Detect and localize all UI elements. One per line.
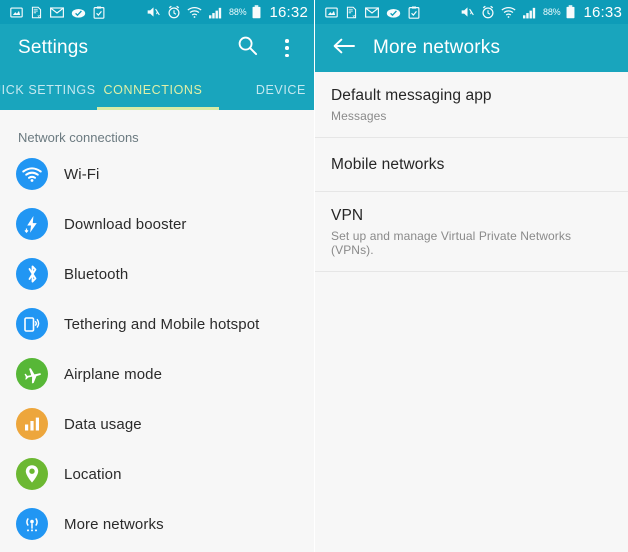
settings-app-bar: Settings xyxy=(0,24,314,72)
more-networks-content: Default messaging app Messages Mobile ne… xyxy=(315,72,628,552)
status-system-icons: 88% 16:33 xyxy=(460,4,622,21)
status-notification-icons: x xyxy=(325,5,420,19)
svg-text:x: x xyxy=(352,13,355,18)
search-button[interactable] xyxy=(234,35,260,61)
tab-device[interactable]: DEVICE xyxy=(218,72,312,97)
status-time-right: 16:33 xyxy=(583,3,622,21)
settings-screen: x 88% 16:32 Settings UICK SETTINGS CONNE… xyxy=(0,0,314,552)
tab-connections[interactable]: CONNECTIONS xyxy=(88,72,218,97)
settings-row-download-booster[interactable]: Download booster xyxy=(0,199,314,249)
tab-selected-indicator xyxy=(97,107,219,110)
list-item-title: VPN xyxy=(331,207,364,224)
settings-list: Wi-Fi Download booster Bluetooth Tetheri… xyxy=(0,149,314,549)
settings-row-label: Wi-Fi xyxy=(64,165,100,183)
tethering-icon xyxy=(16,308,48,340)
settings-row-label: Bluetooth xyxy=(64,265,129,283)
more-networks-screen: x 88% 16:33 More networks Default messag… xyxy=(314,0,628,552)
list-item-subtitle: Messages xyxy=(331,109,387,123)
settings-row-label: Data usage xyxy=(64,415,142,433)
status-bar-right: x 88% 16:33 xyxy=(315,0,628,24)
search-icon xyxy=(237,35,258,61)
more-vertical-icon xyxy=(285,39,289,57)
bar-chart-icon xyxy=(16,408,48,440)
list-item-title: Mobile networks xyxy=(331,156,445,173)
settings-row-location[interactable]: Location xyxy=(0,449,314,499)
email-icon xyxy=(50,6,64,19)
settings-row-bluetooth[interactable]: Bluetooth xyxy=(0,249,314,299)
bluetooth-icon xyxy=(16,258,48,290)
airplane-icon xyxy=(16,358,48,390)
signal-icon xyxy=(208,6,223,19)
settings-row-label: Tethering and Mobile hotspot xyxy=(64,315,260,333)
settings-row-label: Download booster xyxy=(64,215,187,233)
list-item-mobile-networks[interactable]: Mobile networks xyxy=(315,138,628,192)
tab-quick-settings[interactable]: UICK SETTINGS xyxy=(0,72,95,97)
settings-row-data-usage[interactable]: Data usage xyxy=(0,399,314,449)
check-cloud-icon xyxy=(71,6,86,19)
more-networks-list: Default messaging app Messages Mobile ne… xyxy=(315,72,628,272)
list-item-title: Default messaging app xyxy=(331,87,492,104)
page-title: Settings xyxy=(18,37,89,58)
document-x-icon: x xyxy=(345,6,358,19)
settings-row-label: Airplane mode xyxy=(64,365,163,383)
svg-text:x: x xyxy=(37,13,40,18)
list-item-default-messaging-app[interactable]: Default messaging app Messages xyxy=(315,72,628,138)
wifi-icon xyxy=(16,158,48,190)
document-x-icon: x xyxy=(30,6,43,19)
page-title: More networks xyxy=(373,37,501,58)
clipboard-check-icon xyxy=(93,5,105,19)
alarm-icon xyxy=(481,5,495,19)
battery-icon xyxy=(252,5,261,19)
app-bar-actions xyxy=(234,35,300,61)
clipboard-check-icon xyxy=(408,5,420,19)
email-icon xyxy=(365,6,379,19)
wifi-icon xyxy=(501,6,516,19)
settings-row-tethering[interactable]: Tethering and Mobile hotspot xyxy=(0,299,314,349)
mute-icon xyxy=(146,5,161,19)
alarm-icon xyxy=(167,5,181,19)
picture-icon xyxy=(325,6,338,19)
antenna-icon xyxy=(16,508,48,540)
settings-row-label: More networks xyxy=(64,515,164,533)
overflow-menu-button[interactable] xyxy=(274,35,300,61)
dual-screenshot-container: x 88% 16:32 Settings UICK SETTINGS CONNE… xyxy=(0,0,628,552)
battery-icon xyxy=(566,5,575,19)
wifi-icon xyxy=(187,6,202,19)
settings-row-more-networks[interactable]: More networks xyxy=(0,499,314,549)
location-pin-icon xyxy=(16,458,48,490)
check-cloud-icon xyxy=(386,6,401,19)
settings-row-airplane-mode[interactable]: Airplane mode xyxy=(0,349,314,399)
section-header-network-connections: Network connections xyxy=(18,130,139,145)
picture-icon xyxy=(10,6,23,19)
list-item-vpn[interactable]: VPN Set up and manage Virtual Private Ne… xyxy=(315,192,628,272)
list-item-subtitle: Set up and manage Virtual Private Networ… xyxy=(331,229,572,257)
more-networks-app-bar: More networks xyxy=(315,24,628,72)
battery-percent-label: 88% xyxy=(229,7,247,17)
bolt-download-icon xyxy=(16,208,48,240)
settings-content: Network connections Wi-Fi Download boost… xyxy=(0,110,314,552)
battery-percent-label: 88% xyxy=(543,7,561,17)
settings-row-label: Location xyxy=(64,465,122,483)
status-system-icons: 88% 16:32 xyxy=(146,4,308,21)
back-arrow-icon xyxy=(332,36,356,61)
status-notification-icons: x xyxy=(10,5,105,19)
status-time-left: 16:32 xyxy=(269,3,308,21)
back-button[interactable] xyxy=(329,33,359,63)
signal-icon xyxy=(522,6,537,19)
mute-icon xyxy=(460,5,475,19)
settings-tab-bar: UICK SETTINGS CONNECTIONS DEVICE xyxy=(0,72,314,110)
settings-row-wifi[interactable]: Wi-Fi xyxy=(0,149,314,199)
status-bar-left: x 88% 16:32 xyxy=(0,0,314,24)
